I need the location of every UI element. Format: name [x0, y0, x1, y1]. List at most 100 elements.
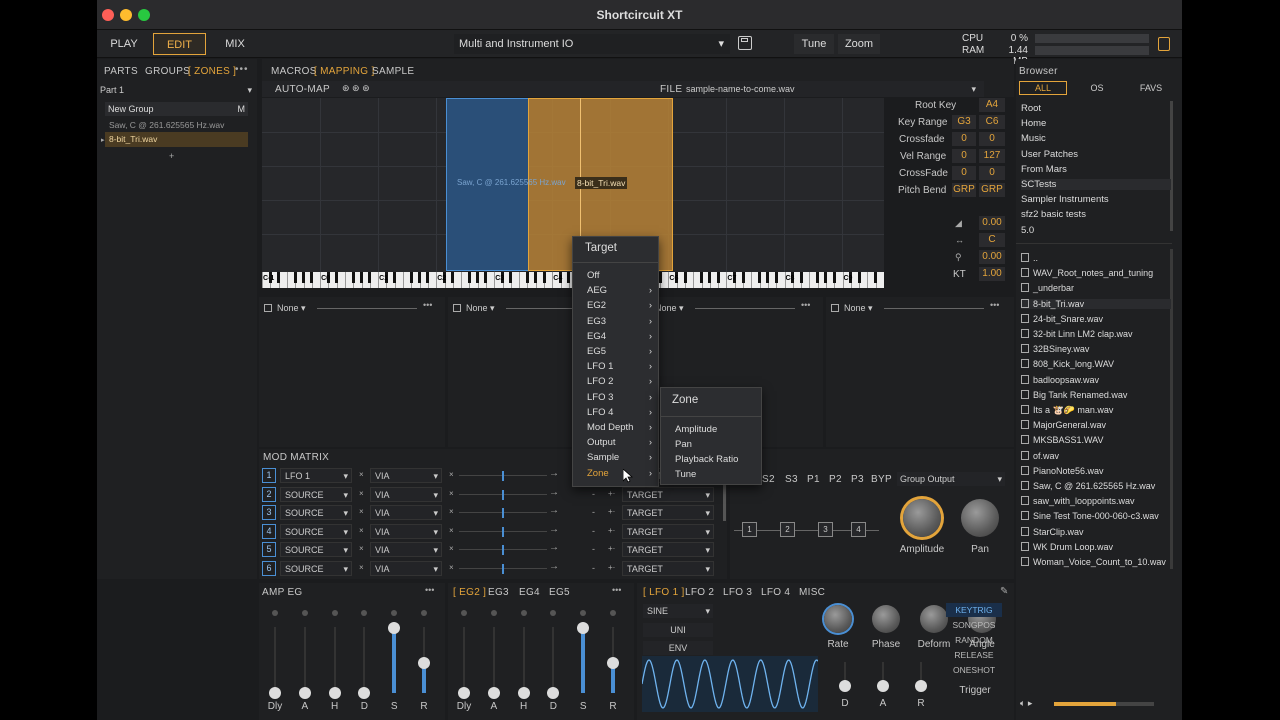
more-icon[interactable]: ••• [801, 300, 810, 310]
browser-file[interactable]: saw_with_looppoints.wav [1021, 496, 1171, 506]
pan-value[interactable]: C [979, 233, 1005, 247]
eg-curve-dot[interactable] [391, 610, 398, 616]
eg-fader-handle[interactable] [418, 657, 430, 670]
eg-curve-dot[interactable] [272, 610, 278, 616]
mod-depth-handle[interactable] [502, 508, 504, 519]
eg-fader-handle[interactable] [328, 687, 341, 699]
auto-map-button[interactable]: AUTO-MAP [275, 84, 330, 95]
mod-target-selector[interactable]: TARGET▾ [622, 486, 714, 502]
mod-source-selector[interactable]: SOURCE ▾ [280, 505, 352, 521]
lfo-shape-selector[interactable]: SINE ▾ [643, 604, 713, 618]
routing-node-2[interactable]: 2 [780, 522, 795, 537]
eg-fader-handle[interactable] [388, 622, 401, 635]
mod-target-selector[interactable]: TARGET▾ [622, 561, 714, 576]
tab-lfo4[interactable]: LFO 4 [761, 587, 790, 598]
browser-location[interactable]: Sampler Instruments [1021, 194, 1171, 205]
eg-fader-track[interactable] [492, 627, 495, 693]
vel-range-high[interactable]: 127 [979, 149, 1005, 163]
save-icon[interactable] [738, 36, 752, 50]
browser-file[interactable]: Saw, C @ 261.625565 Hz.wav [1021, 481, 1171, 491]
browser-file[interactable]: 8-bit_Tri.wav [1021, 298, 1171, 309]
trigger-random[interactable]: RANDOM [946, 633, 1002, 647]
routing-node-4[interactable]: 4 [851, 522, 866, 537]
eg-curve-dot[interactable] [490, 610, 497, 616]
lfo-uni-button[interactable]: UNI [643, 623, 713, 637]
browser-file[interactable]: 24-bit_Snare.wav [1021, 313, 1171, 324]
preset-selector[interactable]: Multi and Instrument IO ▾ [454, 34, 730, 54]
processor-enable-checkbox[interactable] [831, 304, 839, 312]
mod-source-selector[interactable]: SOURCE ▾ [280, 523, 352, 539]
eg-fader-handle[interactable] [607, 657, 619, 670]
eg-fader-track[interactable] [552, 627, 555, 693]
lfo-env-fader-handle[interactable] [839, 680, 851, 692]
eg-fader-handle[interactable] [458, 687, 470, 699]
menu-item[interactable]: EG4 [587, 331, 606, 342]
more-icon[interactable]: ••• [235, 64, 249, 75]
menu-item[interactable]: Sample [587, 452, 619, 463]
menu-item[interactable]: AEG [587, 285, 607, 296]
menu-item[interactable]: Zone [587, 468, 609, 479]
mod-via-selector[interactable]: VIA ▾ [370, 523, 442, 539]
browser-file[interactable]: Woman_Voice_Count_to_10.wav [1021, 557, 1171, 567]
vel-crossfade-high[interactable]: 0 [979, 166, 1005, 180]
mod-source-selector[interactable]: SOURCE ▾ [280, 561, 352, 576]
tune-button[interactable]: Tune [794, 34, 834, 54]
browser-file[interactable]: WAV_Root_notes_and_tuning [1021, 268, 1171, 278]
menu-item[interactable]: EG5 [587, 346, 606, 357]
eg-fader-track[interactable] [363, 627, 366, 693]
browser-location[interactable]: 5.0 [1021, 225, 1171, 236]
mod-depth-handle[interactable] [502, 489, 504, 500]
browser-file[interactable]: StarClip.wav [1021, 526, 1171, 537]
eg-curve-dot[interactable] [301, 610, 308, 616]
menu-item[interactable]: LFO 4 [587, 407, 613, 418]
part-selector[interactable]: Part 1 ▾ [100, 85, 254, 95]
eg-fader-handle[interactable] [487, 687, 500, 699]
rate-knob[interactable] [824, 605, 852, 633]
routing-node-1[interactable]: 1 [742, 522, 757, 537]
eg-curve-dot[interactable] [421, 610, 427, 616]
browser-file[interactable]: 32BSiney.wav [1021, 344, 1171, 354]
eg-curve-dot[interactable] [520, 610, 527, 616]
settings-icon[interactable] [1158, 37, 1170, 51]
tab-lfo1[interactable]: [ LFO 1 ] [643, 587, 685, 598]
amplitude-knob[interactable] [903, 499, 941, 537]
speaker-icon[interactable]: 🔈︎ ▸ [1020, 698, 1032, 709]
menu-item[interactable]: Output [587, 437, 616, 448]
pencil-icon[interactable]: ✎ [1000, 586, 1008, 597]
mod-target-selector[interactable]: TARGET▾ [622, 505, 714, 521]
routing-node-3[interactable]: 3 [818, 522, 833, 537]
output-selector[interactable]: Group Output ▾ [897, 472, 1005, 486]
processor-type-selector[interactable]: None ▾ [844, 303, 873, 314]
zoom-button[interactable]: Zoom [838, 34, 880, 54]
processor-enable-checkbox[interactable] [264, 304, 272, 312]
pitch-bend-up[interactable]: GRP [979, 183, 1005, 197]
eg-fader-track[interactable] [463, 627, 465, 693]
tab-eg3[interactable]: EG3 [488, 587, 509, 598]
browser-tab-os[interactable]: OS [1073, 81, 1121, 95]
keytrack-value[interactable]: 1.00 [979, 267, 1005, 281]
lfo-env-fader-handle[interactable] [877, 680, 889, 692]
menu-item[interactable]: EG3 [587, 316, 606, 327]
menu-item[interactable]: Off [587, 270, 600, 281]
eg-fader-handle[interactable] [547, 687, 560, 699]
processor-type-selector[interactable]: None ▾ [277, 303, 306, 314]
browser-location[interactable]: User Patches [1021, 149, 1171, 160]
root-key-value[interactable]: A4 [979, 98, 1005, 112]
browser-file[interactable]: .. [1021, 253, 1171, 263]
vel-range-low[interactable]: 0 [952, 149, 976, 163]
routing-p3-button[interactable]: P3 [851, 474, 864, 485]
menu-item[interactable]: EG2 [587, 300, 606, 311]
menu-item-pan[interactable]: Pan [675, 439, 692, 450]
eg-fader-handle[interactable] [269, 687, 281, 699]
phase-knob[interactable] [872, 605, 900, 633]
tab-mapping[interactable]: [ MAPPING ] [314, 66, 375, 77]
tab-lfo2[interactable]: LFO 2 [685, 587, 714, 598]
more-icon[interactable]: ••• [423, 300, 432, 310]
mod-via-selector[interactable]: VIA ▾ [370, 505, 442, 521]
menu-item[interactable]: LFO 1 [587, 361, 613, 372]
processor-type-selector[interactable]: None ▾ [655, 303, 684, 314]
eg-fader-handle[interactable] [298, 687, 311, 699]
browser-location[interactable]: Music [1021, 133, 1171, 144]
browser-location[interactable]: Home [1021, 118, 1171, 129]
preview-volume-slider[interactable] [1054, 702, 1154, 706]
